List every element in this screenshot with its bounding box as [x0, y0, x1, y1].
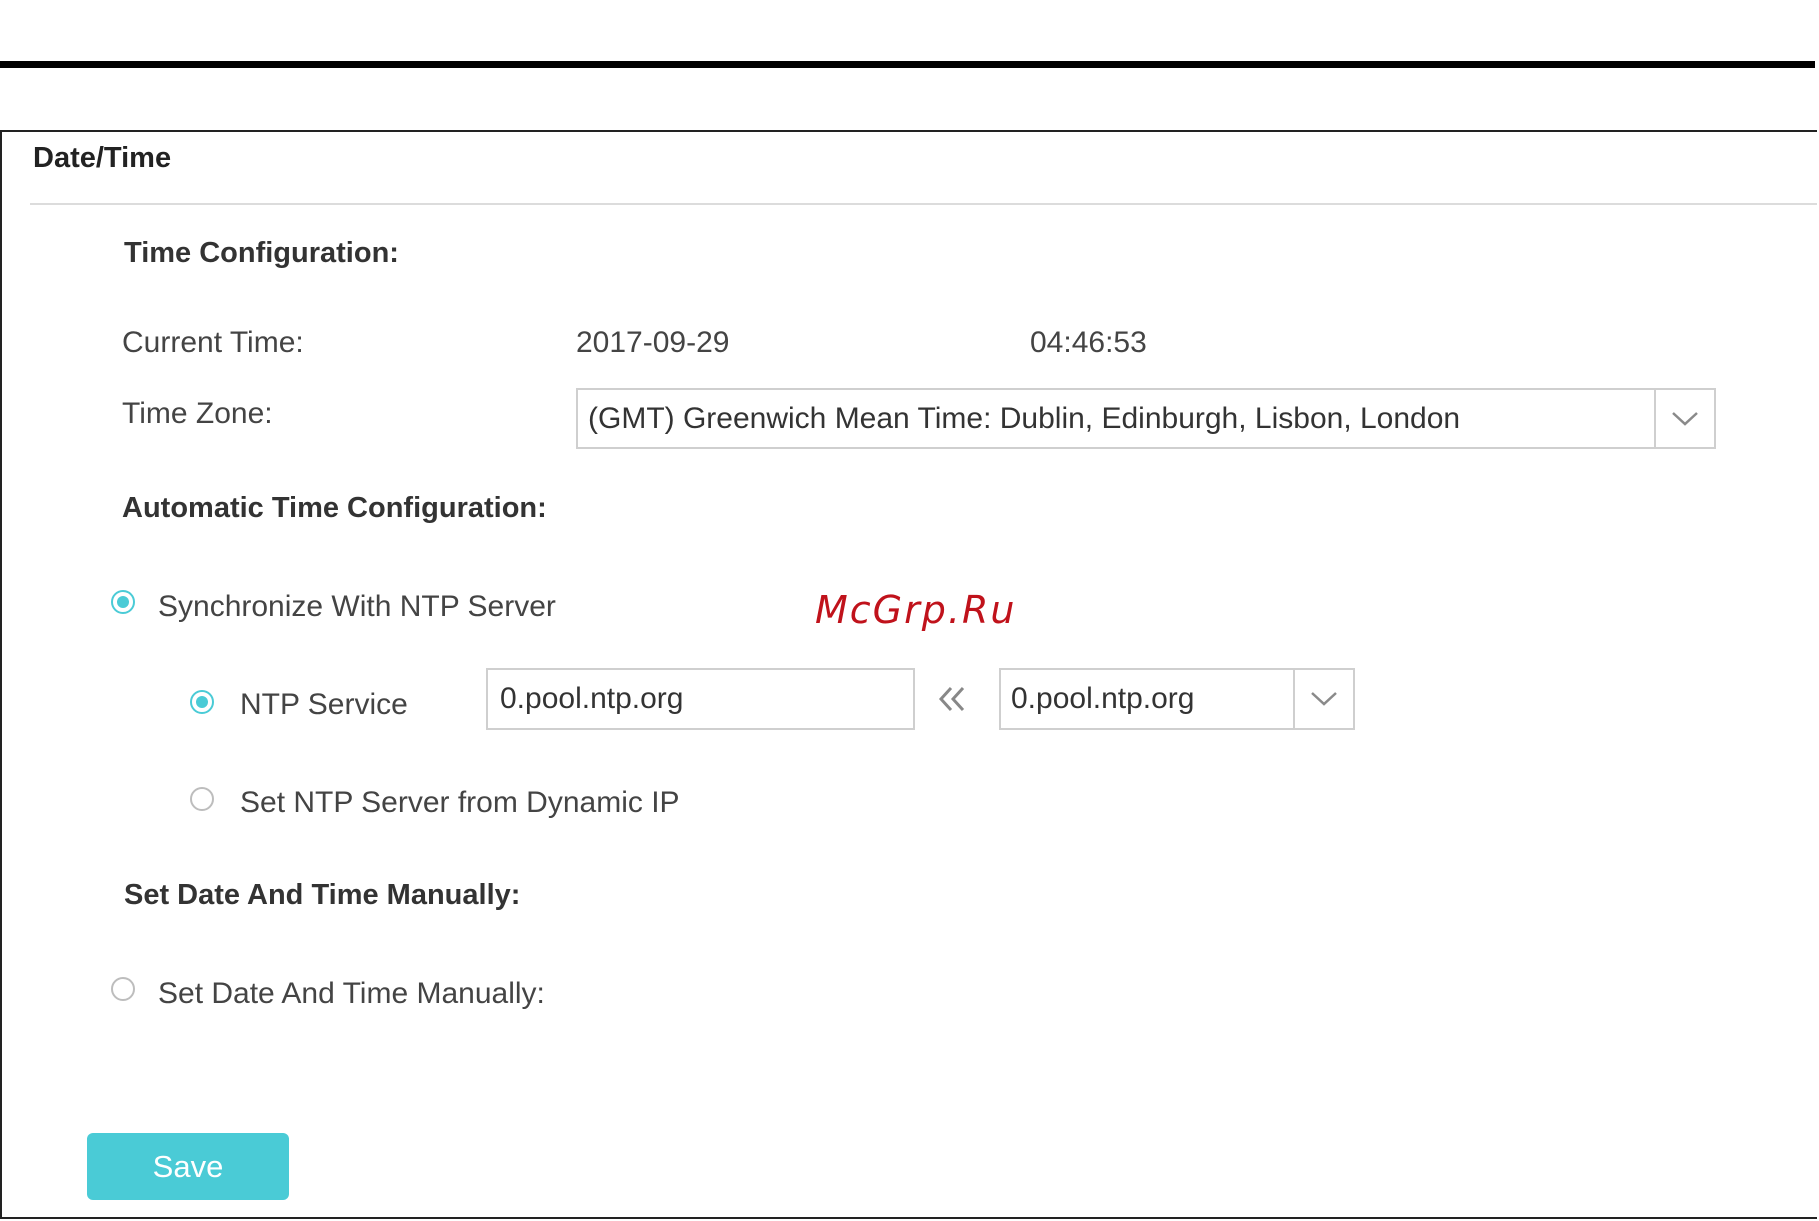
chevron-down-icon[interactable] — [1654, 390, 1714, 447]
current-time-label: Current Time: — [122, 326, 304, 359]
ntp-server-select-value: 0.pool.ntp.org — [1011, 682, 1195, 715]
ntp-service-radio[interactable] — [190, 690, 214, 714]
current-date-value: 2017-09-29 — [576, 326, 730, 359]
ntp-service-label: NTP Service — [240, 688, 408, 721]
save-button[interactable]: Save — [87, 1133, 289, 1200]
ntp-server-select[interactable]: 0.pool.ntp.org — [999, 668, 1355, 730]
top-rule — [0, 61, 1815, 68]
sync-ntp-label: Synchronize With NTP Server — [158, 590, 556, 623]
ntp-server-input[interactable] — [486, 668, 915, 730]
dynamic-ip-radio[interactable] — [190, 787, 214, 811]
time-zone-label: Time Zone: — [122, 397, 273, 430]
chevron-down-icon[interactable] — [1293, 670, 1353, 728]
watermark: McGrp.Ru — [815, 588, 1017, 632]
panel-divider — [30, 203, 1817, 205]
dynamic-ip-label: Set NTP Server from Dynamic IP — [240, 786, 680, 819]
time-zone-select-value: (GMT) Greenwich Mean Time: Dublin, Edinb… — [588, 401, 1461, 435]
sync-ntp-radio[interactable] — [111, 590, 135, 614]
automatic-time-configuration-heading: Automatic Time Configuration: — [122, 492, 547, 524]
manual-time-heading: Set Date And Time Manually: — [124, 879, 521, 911]
panel-title: Date/Time — [33, 142, 172, 174]
time-zone-select[interactable]: (GMT) Greenwich Mean Time: Dublin, Edinb… — [576, 388, 1716, 449]
manual-time-label: Set Date And Time Manually: — [158, 977, 545, 1010]
double-chevron-left-icon[interactable] — [935, 684, 969, 719]
time-configuration-heading: Time Configuration: — [124, 237, 399, 269]
manual-time-radio[interactable] — [111, 977, 135, 1001]
current-time-value: 04:46:53 — [1030, 326, 1147, 359]
